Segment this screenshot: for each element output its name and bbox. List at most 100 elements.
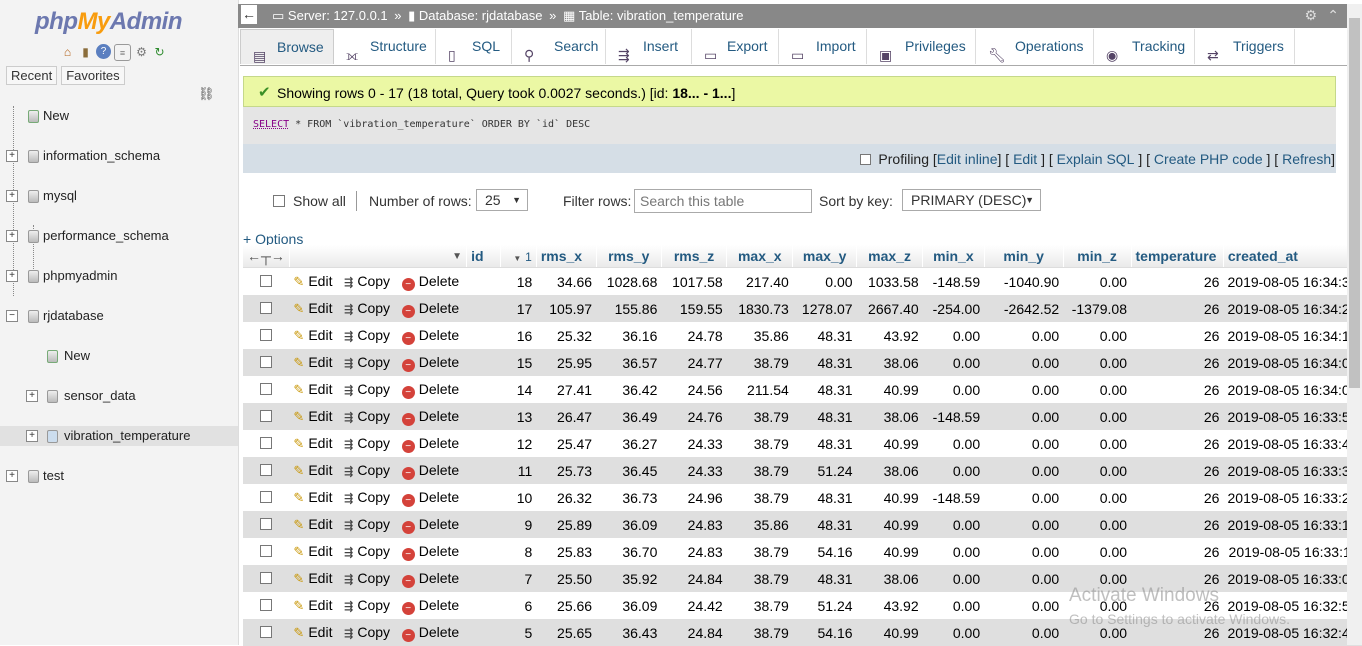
cell-created_at[interactable]: 2019-08-05 16:33:03 (1223, 565, 1362, 592)
row-checkbox[interactable] (260, 517, 273, 530)
explain-sql-link[interactable]: Explain SQL (1057, 151, 1135, 167)
cell-rms_x[interactable]: 27.41 (536, 376, 597, 403)
cell-rms_y[interactable]: 36.49 (596, 403, 662, 430)
cell-min_y[interactable]: 0.00 (984, 403, 1064, 430)
cell-min_z[interactable]: 0.00 (1063, 538, 1132, 565)
cell-created_at[interactable]: 2019-08-05 16:34:09 (1223, 349, 1362, 376)
cell-max_y[interactable]: 48.31 (792, 376, 857, 403)
delete-row-button[interactable]: − Delete (401, 543, 459, 561)
cell-min_z[interactable]: 0.00 (1063, 267, 1132, 295)
cell-min_x[interactable]: 0.00 (922, 511, 985, 538)
breadcrumb-server[interactable]: Server: 127.0.0.1 (288, 8, 388, 23)
cell-max_y[interactable]: 48.31 (792, 511, 857, 538)
help-icon[interactable]: ? (96, 44, 111, 59)
cell-rms_z[interactable]: 24.77 (661, 349, 727, 376)
cell-max_y[interactable]: 48.31 (792, 484, 857, 511)
cell-min_x[interactable]: -148.59 (922, 267, 985, 295)
cell-created_at[interactable]: 2019-08-05 16:34:25 (1223, 295, 1362, 322)
tab-search[interactable]: ⚲ Search (512, 29, 606, 64)
edit-row-button[interactable]: ✎ Edit (293, 408, 332, 424)
breadcrumb-table[interactable]: Table: vibration_temperature (579, 8, 744, 23)
expand-icon[interactable]: + (6, 270, 18, 282)
table-row[interactable]: ✎ Edit ⇶ Copy − Delete 9 25.89 36.09 24.83 35.86… (243, 511, 1362, 538)
copy-row-button[interactable]: ⇶ Copy (344, 381, 390, 397)
cell-min_x[interactable]: 0.00 (922, 619, 985, 646)
cell-max_y[interactable]: 48.31 (792, 403, 857, 430)
cell-rms_y[interactable]: 155.86 (596, 295, 662, 322)
row-checkbox[interactable] (260, 436, 273, 449)
cell-min_y[interactable]: 0.00 (984, 484, 1064, 511)
expand-icon[interactable]: + (6, 150, 18, 162)
table-row[interactable]: ✎ Edit ⇶ Copy − Delete 17 105.97 155.86 159.55 1… (243, 295, 1362, 322)
table-row[interactable]: ✎ Edit ⇶ Copy − Delete 8 25.83 36.70 24.83 38.79… (243, 538, 1362, 565)
cell-max_x[interactable]: 35.86 (726, 322, 793, 349)
cell-min_z[interactable]: 0.00 (1063, 322, 1132, 349)
table-row[interactable]: ✎ Edit ⇶ Copy − Delete 14 27.41 36.42 24.56 211.… (243, 376, 1362, 403)
expand-icon[interactable]: + (26, 390, 38, 402)
cell-max_x[interactable]: 211.54 (726, 376, 793, 403)
reload-icon[interactable]: ↻ (152, 44, 167, 59)
cell-min_x[interactable]: 0.00 (922, 538, 985, 565)
column-menu[interactable]: ▼ (289, 245, 468, 268)
cell-min_x[interactable]: 0.00 (922, 592, 985, 619)
column-resize-arrows[interactable]: ←┬→ (243, 245, 290, 268)
scrollbar-thumb[interactable] (1349, 18, 1360, 388)
column-header-created_at[interactable]: created_at (1223, 245, 1362, 268)
collapse-icon[interactable]: − (6, 310, 18, 322)
cell-rms_x[interactable]: 25.65 (536, 619, 597, 646)
cell-max_z[interactable]: 43.92 (856, 322, 923, 349)
column-header-min_x[interactable]: min_x (922, 245, 985, 268)
column-header-temperature[interactable]: temperature (1131, 245, 1224, 268)
row-checkbox[interactable] (260, 301, 273, 314)
cell-rms_z[interactable]: 24.84 (661, 619, 727, 646)
copy-row-button[interactable]: ⇶ Copy (344, 435, 390, 451)
tab-export[interactable]: ▭ Export (692, 29, 779, 64)
cell-min_z[interactable]: -1379.08 (1063, 295, 1132, 322)
cell-min_y[interactable]: 0.00 (984, 430, 1064, 457)
cell-id[interactable]: 13 (466, 403, 537, 430)
cell-max_y[interactable]: 54.16 (792, 538, 857, 565)
cell-max_z[interactable]: 40.99 (856, 430, 923, 457)
tab-triggers[interactable]: ⇄ Triggers (1195, 29, 1295, 64)
edit-query-link[interactable]: Edit (1013, 151, 1037, 167)
home-icon[interactable]: ⌂ (60, 44, 75, 59)
cell-max_x[interactable]: 38.79 (726, 592, 793, 619)
rows-per-page-select[interactable]: 25 ▼ (476, 189, 528, 211)
delete-row-button[interactable]: − Delete (401, 354, 459, 372)
table-row[interactable]: ✎ Edit ⇶ Copy − Delete 10 26.32 36.73 24.96 38.7… (243, 484, 1362, 511)
cell-rms_x[interactable]: 25.50 (536, 565, 597, 592)
cell-rms_y[interactable]: 36.45 (596, 457, 662, 484)
row-checkbox[interactable] (260, 328, 273, 341)
edit-row-button[interactable]: ✎ Edit (293, 300, 332, 316)
cell-max_y[interactable]: 48.31 (792, 565, 857, 592)
delete-row-button[interactable]: − Delete (401, 435, 459, 453)
cell-min_z[interactable]: 0.00 (1063, 403, 1132, 430)
cell-min_y[interactable]: -1040.90 (984, 267, 1064, 295)
cell-rms_y[interactable]: 36.09 (596, 592, 662, 619)
edit-row-button[interactable]: ✎ Edit (293, 435, 332, 451)
cell-min_z[interactable]: 0.00 (1063, 484, 1132, 511)
cell-max_z[interactable]: 38.06 (856, 349, 923, 376)
tree-item-performance_schema[interactable]: + performance_schema (0, 226, 238, 246)
cell-rms_x[interactable]: 25.83 (536, 538, 597, 565)
cell-id[interactable]: 11 (466, 457, 537, 484)
tab-tracking[interactable]: ◉ Tracking (1094, 29, 1195, 64)
cell-id[interactable]: 12 (466, 430, 537, 457)
cell-created_at[interactable]: 2019-08-05 16:34:34 (1223, 267, 1362, 295)
settings-icon[interactable]: ⚙ (134, 44, 149, 59)
cell-max_y[interactable]: 48.31 (792, 430, 857, 457)
cell-rms_y[interactable]: 36.27 (596, 430, 662, 457)
cell-min_y[interactable]: 0.00 (984, 565, 1064, 592)
cell-min_x[interactable]: 0.00 (922, 322, 985, 349)
tree-item-rjdatabase[interactable]: − rjdatabase (0, 306, 238, 326)
cell-rms_y[interactable]: 36.16 (596, 322, 662, 349)
cell-min_x[interactable]: 0.00 (922, 457, 985, 484)
tab-browse[interactable]: ▤ Browse (240, 29, 334, 64)
column-header-rms_x[interactable]: rms_x (536, 245, 597, 268)
refresh-link[interactable]: Refresh (1282, 151, 1331, 167)
row-checkbox[interactable] (260, 625, 273, 638)
cell-id[interactable]: 8 (466, 538, 537, 565)
cell-min_x[interactable]: -148.59 (922, 484, 985, 511)
cell-min_y[interactable]: 0.00 (984, 457, 1064, 484)
cell-max_z[interactable]: 40.99 (856, 376, 923, 403)
